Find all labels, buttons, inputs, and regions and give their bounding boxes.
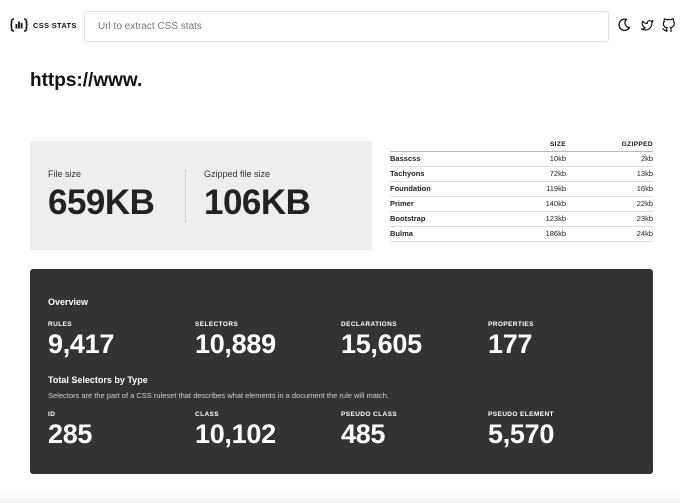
page-bottom-edge	[0, 490, 680, 503]
twitter-icon[interactable]	[640, 18, 654, 32]
column-header-size: SIZE	[490, 141, 566, 152]
stat-label: ID	[48, 411, 56, 418]
table-row: Primer 140kb 22kb	[390, 196, 653, 212]
column-header-name	[390, 141, 490, 152]
framework-name: Foundation	[390, 181, 490, 197]
header: CSS STATS	[0, 0, 680, 52]
stat-properties: PROPERTIES 177	[488, 321, 534, 360]
stat-label: PSEUDO ELEMENT	[488, 411, 554, 418]
framework-name: Primer	[390, 196, 490, 212]
divider	[185, 169, 186, 223]
framework-size: 186kb	[490, 226, 566, 242]
framework-name: Tachyons	[390, 166, 490, 182]
framework-name: Basscss	[390, 151, 490, 167]
framework-gzipped: 22kb	[566, 196, 653, 212]
framework-name: Bulma	[390, 226, 490, 242]
table-row: Basscss 10kb 2kb	[390, 151, 653, 167]
framework-gzipped: 13kb	[566, 166, 653, 182]
stat-value: 177	[488, 329, 533, 359]
stat-value: 10,102	[195, 419, 276, 449]
framework-size: 119kb	[490, 181, 566, 197]
stat-value: 5,570	[488, 419, 555, 449]
stat-value: 9,417	[48, 329, 115, 359]
framework-gzipped: 16kb	[566, 181, 653, 197]
stat-class: CLASS 10,102	[195, 411, 276, 450]
stat-label: DECLARATIONS	[341, 321, 397, 328]
table-row: Bulma 186kb 24kb	[390, 226, 653, 242]
framework-size: 72kb	[490, 166, 566, 182]
column-header-gzipped: GZIPPED	[566, 141, 653, 152]
overview-panel: Overview RULES 9,417 SELECTORS 10,889 DE…	[30, 269, 653, 474]
stat-value: 485	[341, 419, 386, 449]
stat-declarations: DECLARATIONS 15,605	[341, 321, 422, 360]
framework-size: 10kb	[490, 151, 566, 167]
framework-size: 140kb	[490, 196, 566, 212]
stat-value: 285	[48, 419, 93, 449]
gzip-size-label: Gzipped file size	[204, 169, 271, 179]
moon-icon[interactable]	[617, 18, 631, 32]
github-icon[interactable]	[662, 18, 676, 32]
stat-rules: RULES 9,417	[48, 321, 114, 360]
url-input[interactable]	[84, 11, 609, 42]
file-size-label: File size	[48, 169, 82, 179]
gzip-size: Gzipped file size 106KB	[204, 169, 311, 223]
stat-label: PSEUDO CLASS	[341, 411, 398, 418]
framework-name: Bootstrap	[390, 211, 490, 227]
stat-id: ID 285	[48, 411, 92, 450]
framework-size: 123kb	[490, 211, 566, 227]
file-size-value: 659KB	[48, 183, 155, 222]
framework-comparison-table: SIZE GZIPPED Basscss 10kb 2kb Tachyons 72kb…	[390, 141, 653, 242]
stat-label: CLASS	[195, 411, 220, 418]
stat-value: 10,889	[195, 329, 276, 359]
stat-label: PROPERTIES	[488, 321, 534, 328]
table-header-row: SIZE GZIPPED	[390, 141, 653, 152]
table-row: Foundation 119kb 16kb	[390, 181, 653, 197]
gzip-size-value: 106KB	[204, 183, 311, 222]
table-row: Tachyons 72kb 13kb	[390, 166, 653, 182]
stat-value: 15,605	[341, 329, 422, 359]
stat-label: SELECTORS	[195, 321, 239, 328]
framework-gzipped: 23kb	[566, 211, 653, 227]
stat-pseudo-element: PSEUDO ELEMENT 5,570	[488, 411, 554, 450]
selectors-by-type-title: Total Selectors by Type	[48, 375, 148, 385]
selectors-description: Selectors are the part of a CSS ruleset …	[48, 391, 390, 400]
table-row: Bootstrap 123kb 23kb	[390, 211, 653, 227]
css-stats-logo-icon	[10, 18, 28, 32]
framework-gzipped: 24kb	[566, 226, 653, 242]
overview-title: Overview	[48, 297, 89, 307]
file-size: File size 659KB	[48, 169, 155, 223]
page-title: https://www.	[30, 70, 143, 91]
framework-gzipped: 2kb	[566, 151, 653, 167]
logo[interactable]: CSS STATS	[10, 18, 77, 32]
logo-text: CSS STATS	[33, 20, 77, 30]
stat-pseudo-class: PSEUDO CLASS 485	[341, 411, 397, 450]
stat-selectors: SELECTORS 10,889	[195, 321, 276, 360]
file-size-panel: File size 659KB Gzipped file size 106KB	[30, 141, 372, 250]
stat-label: RULES	[48, 321, 73, 328]
